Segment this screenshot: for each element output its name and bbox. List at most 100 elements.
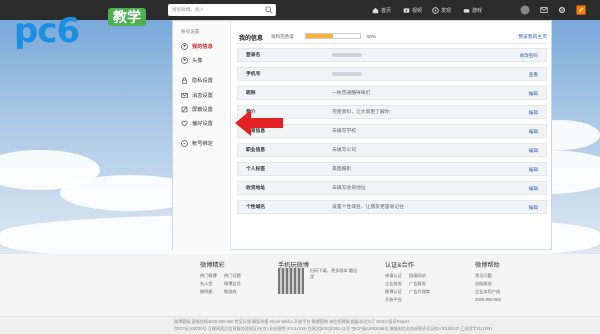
footer-link[interactable]: 微游戏 (224, 289, 248, 295)
logo-text: pc6 (14, 11, 80, 51)
info-row-action[interactable]: 编辑 (529, 144, 538, 158)
nav-discover[interactable]: 发现 (432, 0, 451, 20)
info-row-value: 未填写公司 (332, 148, 356, 153)
footer-license-line: 京ICP证100780号 互联网药品信息服务资格证书(京)-非经营性-2013-… (174, 326, 492, 331)
gear-icon (559, 7, 565, 13)
video-icon (403, 7, 410, 13)
nav-game-label: 游戏 (472, 7, 483, 14)
footer-link[interactable]: 广告服务 (409, 281, 433, 287)
info-row-action[interactable]: 编辑 (529, 125, 538, 139)
info-row: 登录名 修改密码 (237, 48, 547, 62)
sidebar-item-avatar[interactable]: 头像 (177, 54, 229, 66)
message-icon (181, 92, 188, 98)
sidebar-item-my-info[interactable]: 我的信息 (177, 40, 229, 52)
link-icon (181, 139, 188, 147)
sidebar-item-label: 头像 (192, 57, 203, 64)
progress-label: 资料完善度 (271, 34, 294, 39)
sidebar-item-label: 我的信息 (192, 43, 213, 50)
footer-link[interactable]: 微博认证 (385, 289, 409, 295)
footer-col-partner: 认证&合作 申请认证 链接网站 企业服务 广告服务 微博认证 广告代理商 开放平… (385, 260, 433, 303)
sidebar-item-label: 消息设置 (192, 92, 213, 99)
info-row-label: 昵称 (246, 91, 256, 96)
info-row: 收货地址 未填写收货地址 编辑 (237, 181, 547, 195)
info-row-action[interactable]: 编辑 (529, 182, 538, 196)
sidebar-item-block[interactable]: 屏蔽设置 (177, 103, 229, 115)
search-input[interactable]: 搜索微博、找人 (168, 4, 276, 16)
redacted-value (332, 52, 362, 57)
info-row-action[interactable]: 修改密码 (520, 49, 538, 63)
search-icon[interactable] (265, 6, 273, 14)
info-row-value: 设置个性域名，让朋友更容易记住 (332, 205, 404, 210)
sidebar-item-privacy[interactable]: 隐私设置 (177, 74, 229, 86)
footer-heading: 微博帮助 (475, 262, 500, 269)
sidebar-item-label: 帐号绑定 (192, 140, 213, 147)
footer-link[interactable]: 常见问题 (475, 273, 519, 279)
settings-button[interactable] (558, 3, 566, 17)
footer-info-line: 微博客服 客服热线4000-960-960 常见反馈 舞蹈举报 About We… (174, 319, 409, 324)
footer-link[interactable]: 开放平台 (385, 297, 409, 303)
footer-link[interactable]: 广告代理商 (409, 289, 433, 295)
info-row-value: 美图摄影 (332, 167, 352, 172)
info-row-value (332, 49, 362, 63)
info-row-label: 职业信息 (246, 148, 266, 153)
info-row-action[interactable]: 编辑 (529, 163, 538, 177)
game-icon (463, 8, 470, 13)
preference-icon (181, 120, 188, 126)
info-row-label: 登录名 (246, 53, 261, 58)
footer-heading: 认证&合作 (385, 262, 414, 269)
search-placeholder: 搜索微博、找人 (172, 7, 205, 12)
info-row-value: 未填写收货地址 (332, 186, 366, 191)
divider (237, 43, 547, 44)
info-row: 昵称 一枚普通酷咪咪们 编辑 (237, 86, 547, 100)
user-avatar[interactable] (520, 3, 530, 17)
info-row-action[interactable]: 编辑 (529, 106, 538, 120)
qr-caption[interactable]: 扫码下载，更多版本 戳这里 (310, 268, 360, 280)
sidebar-item-label: 偏好设置 (192, 120, 213, 127)
nav-game[interactable]: 游戏 (463, 0, 482, 20)
progress-fill (306, 34, 333, 38)
block-icon (181, 106, 188, 112)
footer-link[interactable]: 微博会员 (224, 281, 248, 287)
site-logo: pc6 教学 (4, 5, 154, 55)
sidebar-item-label: 屏蔽设置 (192, 106, 213, 113)
compose-icon (576, 5, 586, 15)
user-icon (181, 42, 188, 50)
nav-home-label: 首页 (381, 7, 392, 14)
nav-home[interactable]: 首页 (372, 0, 391, 20)
nav-video[interactable]: 视频 (403, 0, 422, 20)
sidebar-item-messages[interactable]: 消息设置 (177, 89, 229, 101)
sidebar-item-label: 隐私设置 (192, 77, 213, 84)
info-row: 个性域名 设置个性域名，让朋友更容易记住 编辑 (237, 200, 547, 214)
avatar-icon (520, 5, 530, 15)
info-row-action[interactable]: 查看 (529, 68, 538, 82)
info-row-value (332, 68, 362, 82)
info-row-action[interactable]: 编辑 (529, 87, 538, 101)
footer-links: 常见问题 自助服务 企业本用户线 4000-960-960 (475, 273, 519, 302)
nav-video-label: 视频 (412, 7, 423, 14)
footer-link[interactable]: 链接网站 (409, 273, 433, 279)
info-row: 手机号 查看 (237, 67, 547, 81)
footer-links: 热门微博 热门话题 名人堂 微博会员 微明星 微游戏 (200, 273, 248, 295)
messages-button[interactable] (540, 3, 548, 17)
compose-button[interactable] (576, 3, 586, 17)
footer-link[interactable]: 名人堂 (200, 281, 224, 287)
sidebar-item-preferences[interactable]: 偏好设置 (177, 117, 229, 129)
footer-heading: 微博精彩 (200, 262, 225, 269)
footer-link[interactable]: 热门话题 (224, 273, 248, 279)
sidebar-item-binding[interactable]: 帐号绑定 (177, 137, 229, 149)
preview-homepage-link[interactable]: 预览我的主页 (518, 33, 547, 40)
logo-badge: 教学 (108, 8, 146, 26)
footer-link[interactable]: 自助服务 (475, 281, 519, 287)
info-row-label: 个性域名 (246, 205, 266, 210)
settings-panel: 帐号设置 我的信息 头像 隐私设置 消息设置 屏蔽设置 偏好设置 帐号绑定 我的… (172, 20, 552, 251)
footer-link[interactable]: 微明星 (200, 289, 224, 295)
profile-progress-bar (305, 33, 361, 39)
footer-link[interactable]: 热门微博 (200, 273, 224, 279)
footer-link[interactable]: 申请认证 (385, 273, 409, 279)
info-row-value: 一枚普通酷咪咪们 (332, 91, 371, 96)
footer-col-help: 微博帮助 常见问题 自助服务 企业本用户线 4000-960-960 (475, 260, 519, 302)
footer-link: 4000-960-960 (475, 297, 502, 302)
info-row-action[interactable]: 编辑 (529, 201, 538, 215)
footer-link[interactable]: 企业本用户线 (475, 289, 519, 295)
footer-link[interactable]: 企业服务 (385, 281, 409, 287)
